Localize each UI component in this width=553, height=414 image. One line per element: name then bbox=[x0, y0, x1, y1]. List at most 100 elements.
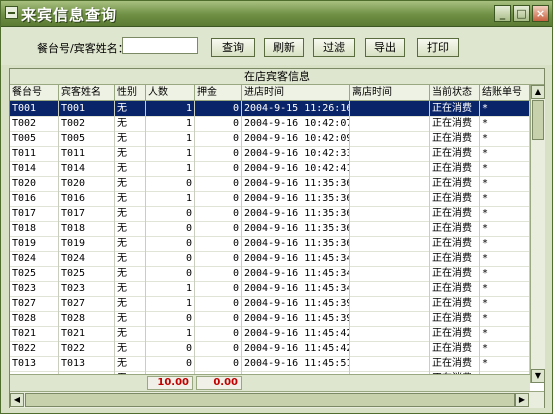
table-cell: 无 bbox=[115, 221, 146, 236]
table-row[interactable]: T018 T018 无 0 0 2004-9-16 11:35:36 正在消费 * bbox=[10, 221, 530, 237]
column-header[interactable]: 性别 bbox=[115, 85, 146, 100]
table-cell: T014 bbox=[59, 161, 115, 176]
table-cell: 2004-9-15 11:26:16 bbox=[244, 101, 350, 116]
table-cell: T021 bbox=[10, 326, 59, 341]
table-cell: T019 bbox=[59, 236, 115, 251]
table-cell: 2004-9-16 11:45:39 bbox=[244, 296, 350, 311]
table-cell: 无 bbox=[115, 326, 146, 341]
table-cell: T014 bbox=[10, 161, 59, 176]
table-cell: 0 bbox=[195, 236, 242, 251]
table-cell: T002 bbox=[10, 116, 59, 131]
table-cell: 1 bbox=[146, 116, 195, 131]
table-cell: T021 bbox=[59, 326, 115, 341]
table-cell: T027 bbox=[59, 296, 115, 311]
table-cell: 0 bbox=[195, 206, 242, 221]
print-button[interactable]: 打印 bbox=[417, 38, 459, 57]
table-cell: 1 bbox=[146, 191, 195, 206]
refresh-button[interactable]: 刷新 bbox=[264, 38, 304, 57]
vertical-scroll-thumb[interactable] bbox=[532, 100, 544, 140]
table-cell bbox=[350, 311, 430, 326]
table-row[interactable]: T025 T025 无 0 0 2004-9-16 11:45:34 正在消费 * bbox=[10, 266, 530, 282]
table-cell: T017 bbox=[59, 206, 115, 221]
scroll-right-icon[interactable]: ▶ bbox=[515, 393, 529, 407]
table-cell: T028 bbox=[59, 311, 115, 326]
search-input[interactable] bbox=[122, 37, 198, 54]
table-row[interactable]: T028 T028 无 0 0 2004-9-16 11:45:39 正在消费 * bbox=[10, 311, 530, 327]
table-cell bbox=[350, 116, 430, 131]
table-cell: 无 bbox=[115, 101, 146, 116]
table-row[interactable]: T020 T020 无 0 0 2004-9-16 11:35:36 正在消费 * bbox=[10, 176, 530, 192]
grid-header: 餐台号 宾客姓名 性别 人数 押金 进店时间 离店时间 当前状态 结账单号 bbox=[10, 85, 530, 101]
table-cell: T027 bbox=[10, 296, 59, 311]
column-header[interactable]: 餐台号 bbox=[10, 85, 59, 100]
column-header[interactable]: 进店时间 bbox=[242, 85, 350, 100]
scroll-left-icon[interactable]: ◀ bbox=[10, 393, 24, 407]
table-cell: 2004-9-16 11:45:42 bbox=[244, 341, 350, 356]
table-row[interactable]: T016 T016 无 1 0 2004-9-16 11:35:36 正在消费 * bbox=[10, 191, 530, 207]
export-button[interactable]: 导出 bbox=[365, 38, 405, 57]
grid-totals: 10.00 0.00 bbox=[10, 374, 530, 391]
table-cell: 0 bbox=[146, 206, 195, 221]
title-bar[interactable]: 来宾信息查询 _ □ × bbox=[1, 1, 552, 27]
table-row[interactable]: T019 T019 无 0 0 2004-9-16 11:35:36 正在消费 * bbox=[10, 236, 530, 252]
column-header[interactable]: 押金 bbox=[195, 85, 242, 100]
table-cell: 2004-9-16 11:35:36 bbox=[244, 191, 350, 206]
table-cell: 正在消费 bbox=[430, 206, 480, 221]
table-cell: 正在消费 bbox=[430, 236, 480, 251]
table-row[interactable]: T014 T014 无 1 0 2004-9-16 10:42:41 正在消费 * bbox=[10, 161, 530, 177]
column-header[interactable]: 离店时间 bbox=[350, 85, 430, 100]
vertical-scrollbar[interactable]: ▲ ▼ bbox=[530, 85, 545, 383]
scroll-up-icon[interactable]: ▲ bbox=[531, 85, 545, 99]
table-cell: 无 bbox=[115, 161, 146, 176]
minimize-button[interactable]: _ bbox=[494, 5, 511, 22]
table-cell: T017 bbox=[10, 206, 59, 221]
query-button[interactable]: 查询 bbox=[211, 38, 255, 57]
horizontal-scrollbar[interactable]: ◀ ▶ bbox=[10, 391, 544, 408]
table-cell: 正在消费 bbox=[430, 191, 480, 206]
table-row[interactable]: T005 T005 无 1 0 2004-9-16 10:42:09 正在消费 * bbox=[10, 131, 530, 147]
table-row[interactable]: T024 T024 无 0 0 2004-9-16 11:45:34 正在消费 * bbox=[10, 251, 530, 267]
table-row[interactable]: T002 T002 无 1 0 2004-9-16 10:42:07 正在消费 * bbox=[10, 116, 530, 132]
table-cell bbox=[350, 206, 430, 221]
table-row[interactable]: T017 T017 无 0 0 2004-9-16 11:35:36 正在消费 * bbox=[10, 206, 530, 222]
table-row[interactable]: T011 T011 无 1 0 2004-9-16 10:42:33 正在消费 * bbox=[10, 146, 530, 162]
filter-button[interactable]: 过滤 bbox=[313, 38, 355, 57]
table-cell: 2004-9-16 10:42:33 bbox=[244, 146, 350, 161]
grid-rows[interactable]: T001 T001 无 1 0 2004-9-15 11:26:16 正在消费 * T002 T0… bbox=[10, 101, 530, 383]
close-button[interactable]: × bbox=[532, 5, 549, 22]
table-cell: 0 bbox=[195, 146, 242, 161]
column-header[interactable]: 宾客姓名 bbox=[59, 85, 115, 100]
table-cell: * bbox=[480, 296, 530, 311]
table-cell bbox=[350, 266, 430, 281]
table-cell: * bbox=[480, 266, 530, 281]
table-cell: * bbox=[480, 191, 530, 206]
table-row[interactable]: T013 T013 无 0 0 2004-9-16 11:45:51 正在消费 * bbox=[10, 356, 530, 372]
table-cell: T023 bbox=[59, 281, 115, 296]
horizontal-scroll-thumb[interactable] bbox=[25, 393, 515, 407]
table-cell: * bbox=[480, 176, 530, 191]
column-header[interactable]: 人数 bbox=[146, 85, 195, 100]
table-row[interactable]: T027 T027 无 1 0 2004-9-16 11:45:39 正在消费 * bbox=[10, 296, 530, 312]
table-cell bbox=[350, 146, 430, 161]
table-row[interactable]: T001 T001 无 1 0 2004-9-15 11:26:16 正在消费 * bbox=[10, 101, 530, 117]
column-header[interactable]: 结账单号 bbox=[480, 85, 530, 100]
window-menu-icon[interactable] bbox=[5, 6, 18, 19]
table-row[interactable]: T021 T021 无 1 0 2004-9-16 11:45:42 正在消费 * bbox=[10, 326, 530, 342]
table-cell: 无 bbox=[115, 266, 146, 281]
table-cell: 1 bbox=[146, 161, 195, 176]
table-row[interactable]: T023 T023 无 1 0 2004-9-16 11:45:34 正在消费 * bbox=[10, 281, 530, 297]
table-cell: 正在消费 bbox=[430, 281, 480, 296]
table-cell bbox=[350, 281, 430, 296]
table-cell: 无 bbox=[115, 176, 146, 191]
scroll-down-icon[interactable]: ▼ bbox=[531, 369, 545, 383]
table-cell: T001 bbox=[59, 101, 115, 116]
maximize-button[interactable]: □ bbox=[513, 5, 530, 22]
table-row[interactable]: T022 T022 无 0 0 2004-9-16 11:45:42 正在消费 * bbox=[10, 341, 530, 357]
table-cell: 正在消费 bbox=[430, 311, 480, 326]
table-cell: 0 bbox=[146, 266, 195, 281]
table-cell: * bbox=[480, 161, 530, 176]
column-header[interactable]: 当前状态 bbox=[430, 85, 480, 100]
table-cell: 正在消费 bbox=[430, 296, 480, 311]
table-cell: 0 bbox=[195, 161, 242, 176]
table-cell: 无 bbox=[115, 206, 146, 221]
